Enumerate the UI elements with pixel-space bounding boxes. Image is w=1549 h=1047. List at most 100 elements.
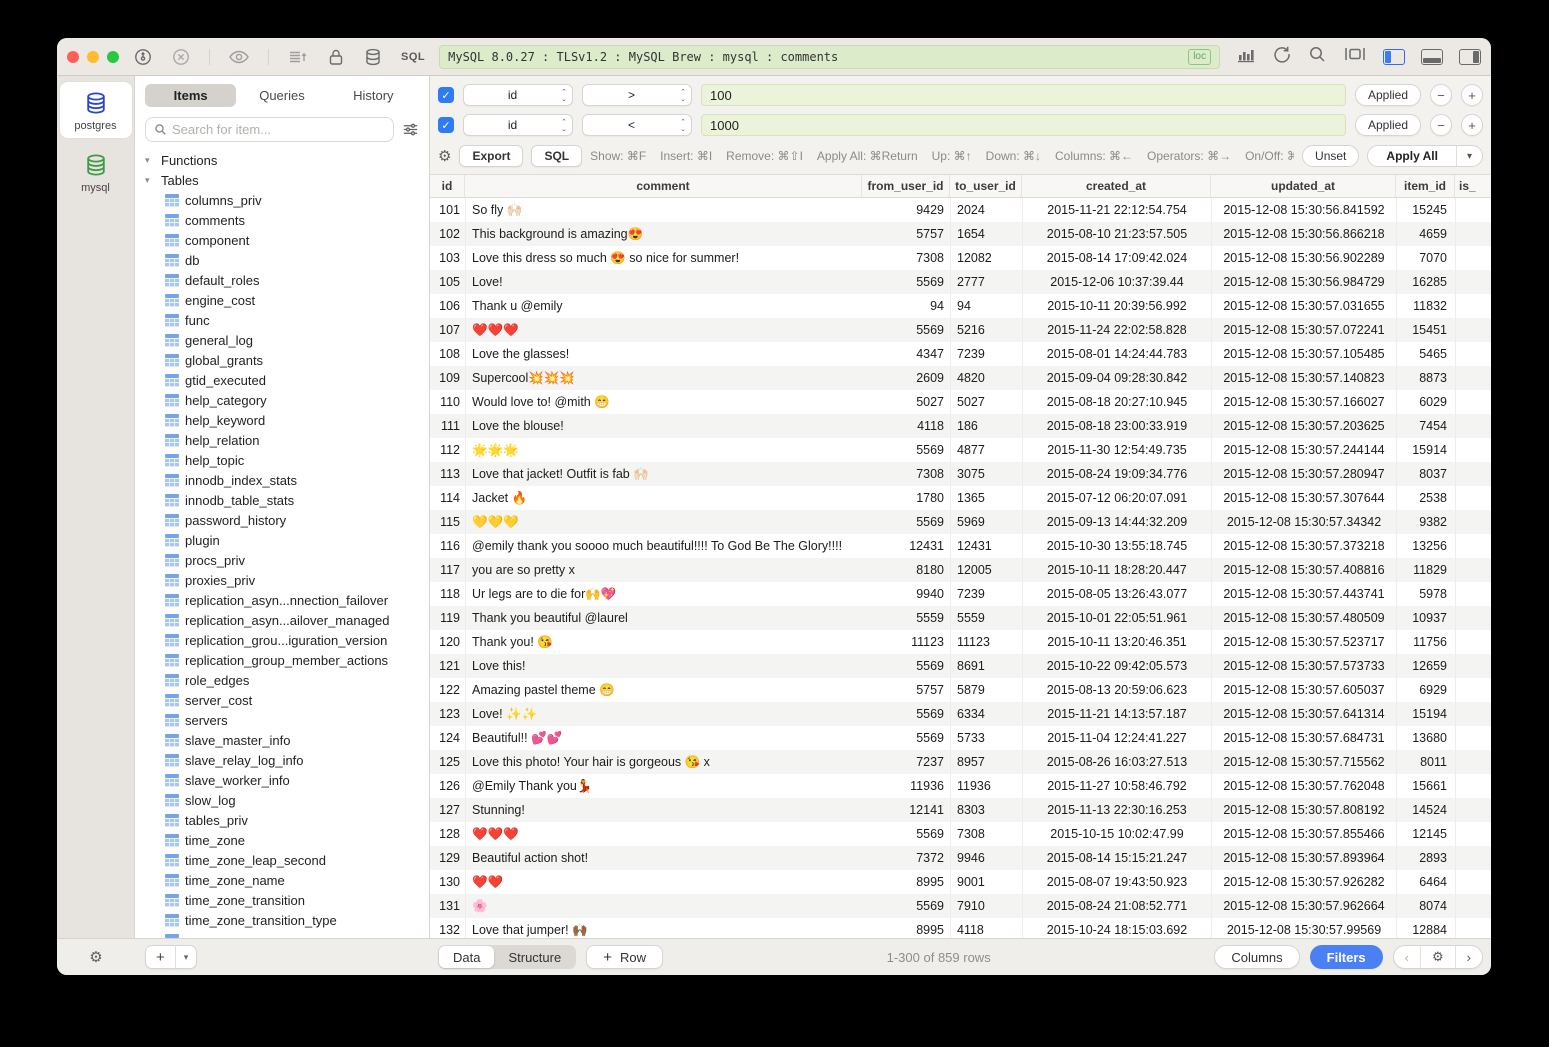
table-tree-item[interactable]: time_zone_leap_second [135, 850, 429, 870]
cell-is[interactable] [1455, 918, 1491, 938]
tab-data[interactable]: Data [439, 946, 494, 968]
cell-is[interactable] [1455, 822, 1491, 846]
cell-created-at[interactable]: 2015-08-13 20:59:06.623 [1022, 678, 1211, 702]
cell-from-user-id[interactable]: 5569 [862, 270, 950, 294]
table-tree-item[interactable]: innodb_table_stats [135, 490, 429, 510]
table-tree-item[interactable]: tables_priv [135, 810, 429, 830]
cell-item-id[interactable]: 11832 [1396, 294, 1455, 318]
cell-item-id[interactable]: 9382 [1396, 510, 1455, 534]
cell-comment[interactable]: Beautiful!! 💕💕 [465, 726, 862, 750]
table-tree-item[interactable]: help_keyword [135, 410, 429, 430]
export-button[interactable]: Export [459, 145, 523, 167]
cell-to-user-id[interactable]: 94 [950, 294, 1022, 318]
cell-id[interactable]: 119 [430, 606, 465, 630]
cell-item-id[interactable]: 10937 [1396, 606, 1455, 630]
cell-id[interactable]: 118 [430, 582, 465, 606]
cell-updated-at[interactable]: 2015-12-08 15:30:57.605037 [1211, 678, 1396, 702]
cell-to-user-id[interactable]: 5733 [950, 726, 1022, 750]
table-row[interactable]: 124 Beautiful!! 💕💕 5569 5733 2015-11-04 … [430, 726, 1491, 750]
table-tree-item[interactable]: component [135, 230, 429, 250]
cell-comment[interactable]: Thank u @emily [465, 294, 862, 318]
cell-created-at[interactable]: 2015-12-06 10:37:39.44 [1022, 270, 1211, 294]
cell-is[interactable] [1455, 606, 1491, 630]
cell-created-at[interactable]: 2015-08-18 20:27:10.945 [1022, 390, 1211, 414]
cell-updated-at[interactable]: 2015-12-08 15:30:57.34342 [1211, 510, 1396, 534]
table-tree-item[interactable]: default_roles [135, 270, 429, 290]
cell-from-user-id[interactable]: 5569 [862, 510, 950, 534]
table-tree-item[interactable]: slave_master_info [135, 730, 429, 750]
cell-id[interactable]: 107 [430, 318, 465, 342]
cell-comment[interactable]: ❤️❤️❤️ [465, 822, 862, 846]
add-filter-button[interactable]: + [1461, 84, 1483, 106]
cell-from-user-id[interactable]: 5569 [862, 822, 950, 846]
cell-to-user-id[interactable]: 3075 [950, 462, 1022, 486]
cell-id[interactable]: 126 [430, 774, 465, 798]
cell-to-user-id[interactable]: 2024 [950, 198, 1022, 222]
cell-created-at[interactable]: 2015-08-18 23:00:33.919 [1022, 414, 1211, 438]
table-tree-item[interactable]: slow_log [135, 790, 429, 810]
cell-is[interactable] [1455, 270, 1491, 294]
table-tree-item[interactable]: comments [135, 210, 429, 230]
cell-comment[interactable]: Love that jacket! Outfit is fab 🙌🏻 [465, 462, 862, 486]
cell-updated-at[interactable]: 2015-12-08 15:30:57.962664 [1211, 894, 1396, 918]
cell-from-user-id[interactable]: 7372 [862, 846, 950, 870]
cell-id[interactable]: 123 [430, 702, 465, 726]
column-header-comment[interactable]: comment [465, 175, 862, 197]
table-tree-item[interactable]: proxies_priv [135, 570, 429, 590]
cell-is[interactable] [1455, 390, 1491, 414]
cell-from-user-id[interactable]: 11123 [862, 630, 950, 654]
cell-to-user-id[interactable]: 8303 [950, 798, 1022, 822]
cell-created-at[interactable]: 2015-09-13 14:44:32.209 [1022, 510, 1211, 534]
cell-updated-at[interactable]: 2015-12-08 15:30:56.984729 [1211, 270, 1396, 294]
cell-to-user-id[interactable]: 8957 [950, 750, 1022, 774]
cell-from-user-id[interactable]: 11936 [862, 774, 950, 798]
cell-to-user-id[interactable]: 7239 [950, 342, 1022, 366]
cell-is[interactable] [1455, 558, 1491, 582]
cell-is[interactable] [1455, 342, 1491, 366]
table-row[interactable]: 115 💛💛💛 5569 5969 2015-09-13 14:44:32.20… [430, 510, 1491, 534]
cell-is[interactable] [1455, 630, 1491, 654]
table-tree-item[interactable]: time_zone_transition_type [135, 910, 429, 930]
cell-is[interactable] [1455, 750, 1491, 774]
cell-to-user-id[interactable]: 8691 [950, 654, 1022, 678]
cell-comment[interactable]: This background is amazing😍 [465, 222, 862, 246]
cell-comment[interactable]: Thank you beautiful @laurel [465, 606, 862, 630]
cell-id[interactable]: 124 [430, 726, 465, 750]
table-row[interactable]: 108 Love the glasses! 4347 7239 2015-08-… [430, 342, 1491, 366]
cell-comment[interactable]: Amazing pastel theme 😁 [465, 678, 862, 702]
cell-id[interactable]: 116 [430, 534, 465, 558]
cell-id[interactable]: 108 [430, 342, 465, 366]
filter-operator-select[interactable]: > ⌃⌃ [582, 84, 692, 106]
cell-item-id[interactable]: 12884 [1396, 918, 1455, 938]
cell-item-id[interactable]: 16285 [1396, 270, 1455, 294]
table-row[interactable]: 132 Love that jumper! 🙌🏾 8995 4118 2015-… [430, 918, 1491, 938]
cell-updated-at[interactable]: 2015-12-08 15:30:57.926282 [1211, 870, 1396, 894]
cell-created-at[interactable]: 2015-08-05 13:26:43.077 [1022, 582, 1211, 606]
table-tree-item[interactable]: help_topic [135, 450, 429, 470]
cell-from-user-id[interactable]: 5757 [862, 222, 950, 246]
cell-from-user-id[interactable]: 5569 [862, 438, 950, 462]
cell-updated-at[interactable]: 2015-12-08 15:30:57.762048 [1211, 774, 1396, 798]
cell-created-at[interactable]: 2015-10-11 13:20:46.351 [1022, 630, 1211, 654]
database-icon[interactable] [363, 47, 383, 67]
cell-is[interactable] [1455, 798, 1491, 822]
cell-updated-at[interactable]: 2015-12-08 15:30:57.573733 [1211, 654, 1396, 678]
table-tree-item[interactable]: plugin [135, 530, 429, 550]
column-header-id[interactable]: id [430, 175, 465, 197]
filter-enabled-checkbox[interactable]: ✓ [438, 117, 454, 133]
cell-item-id[interactable]: 6929 [1396, 678, 1455, 702]
cell-to-user-id[interactable]: 12431 [950, 534, 1022, 558]
cell-to-user-id[interactable]: 9001 [950, 870, 1022, 894]
cell-created-at[interactable]: 2015-10-24 18:15:03.692 [1022, 918, 1211, 938]
cell-updated-at[interactable]: 2015-12-08 15:30:57.443741 [1211, 582, 1396, 606]
cell-comment[interactable]: Love this photo! Your hair is gorgeous 😘… [465, 750, 862, 774]
cell-from-user-id[interactable]: 5569 [862, 654, 950, 678]
unset-button[interactable]: Unset [1302, 145, 1359, 167]
filter-settings-icon[interactable] [402, 122, 419, 137]
cell-comment[interactable]: you are so pretty x [465, 558, 862, 582]
cell-is[interactable] [1455, 654, 1491, 678]
minimize-window-button[interactable] [87, 51, 99, 63]
cell-created-at[interactable]: 2015-08-14 17:09:42.024 [1022, 246, 1211, 270]
cell-id[interactable]: 132 [430, 918, 465, 938]
cell-is[interactable] [1455, 774, 1491, 798]
